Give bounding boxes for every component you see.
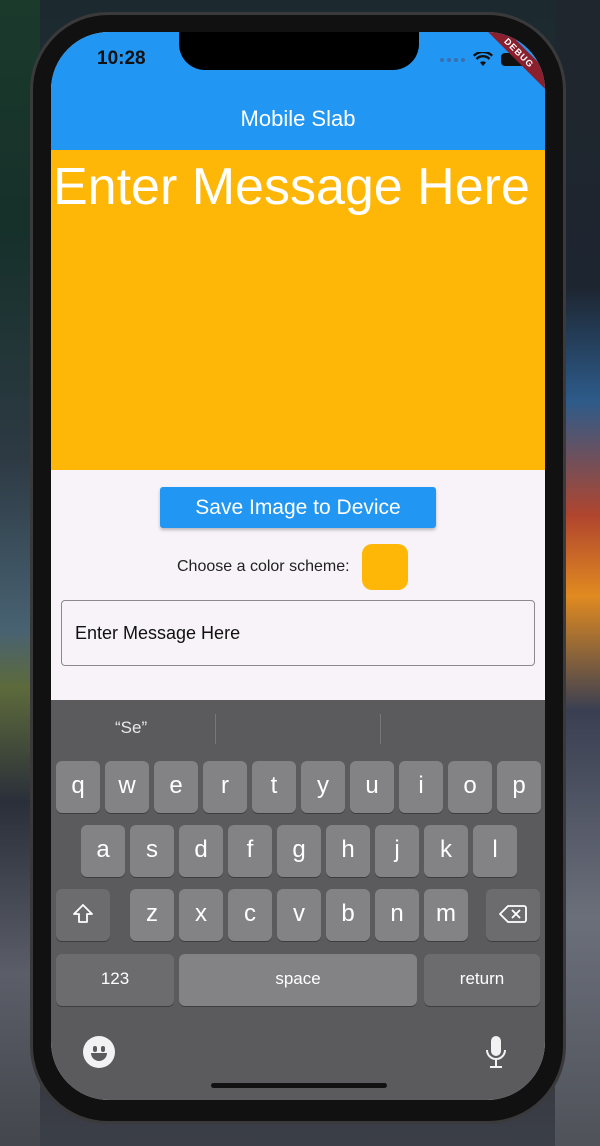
key-u[interactable]: u bbox=[350, 761, 394, 813]
key-i[interactable]: i bbox=[399, 761, 443, 813]
suggestion-1[interactable]: “Se” bbox=[115, 718, 147, 738]
return-key[interactable]: return bbox=[424, 954, 540, 1006]
key-d[interactable]: d bbox=[179, 825, 223, 877]
suggestion-divider bbox=[215, 714, 216, 744]
color-scheme-label: Choose a color scheme: bbox=[177, 558, 350, 575]
save-image-button[interactable]: Save Image to Device bbox=[160, 487, 436, 528]
key-f[interactable]: f bbox=[228, 825, 272, 877]
key-k[interactable]: k bbox=[424, 825, 468, 877]
notch bbox=[179, 32, 419, 70]
key-v[interactable]: v bbox=[277, 889, 321, 941]
message-input[interactable]: Enter Message Here bbox=[61, 600, 535, 666]
numbers-key[interactable]: 123 bbox=[56, 954, 174, 1006]
app-title: Mobile Slab bbox=[240, 106, 356, 131]
wifi-icon bbox=[473, 52, 493, 66]
key-s[interactable]: s bbox=[130, 825, 174, 877]
shift-key[interactable] bbox=[56, 889, 110, 941]
emoji-icon[interactable] bbox=[83, 1036, 115, 1068]
key-m[interactable]: m bbox=[424, 889, 468, 941]
shift-icon bbox=[73, 904, 93, 923]
cellular-signal-icon bbox=[440, 57, 465, 62]
app-bar: 10:28 DEBUG Mobile Slab bbox=[51, 32, 545, 150]
home-indicator[interactable] bbox=[211, 1083, 387, 1088]
key-a[interactable]: a bbox=[81, 825, 125, 877]
key-o[interactable]: o bbox=[448, 761, 492, 813]
key-z[interactable]: z bbox=[130, 889, 174, 941]
microphone-icon[interactable] bbox=[483, 1034, 509, 1072]
key-n[interactable]: n bbox=[375, 889, 419, 941]
key-t[interactable]: t bbox=[252, 761, 296, 813]
message-slab-preview: Enter Message Here bbox=[51, 150, 545, 470]
suggestion-bar: “Se” bbox=[51, 700, 545, 756]
color-scheme-swatch[interactable] bbox=[361, 544, 408, 590]
key-g[interactable]: g bbox=[277, 825, 321, 877]
key-x[interactable]: x bbox=[179, 889, 223, 941]
space-key[interactable]: space bbox=[179, 954, 417, 1006]
status-time: 10:28 bbox=[97, 48, 146, 69]
on-screen-keyboard: “Se” q w e r t y u i o p a s d f g h j k… bbox=[51, 700, 545, 1100]
key-p[interactable]: p bbox=[497, 761, 541, 813]
key-y[interactable]: y bbox=[301, 761, 345, 813]
backspace-key[interactable] bbox=[486, 889, 540, 941]
app-screen: 10:28 DEBUG Mobile Slab Enter Message He… bbox=[51, 32, 545, 1100]
color-scheme-row: Choose a color scheme: bbox=[177, 544, 408, 590]
backspace-icon bbox=[499, 905, 527, 923]
suggestion-divider bbox=[380, 714, 381, 744]
key-e[interactable]: e bbox=[154, 761, 198, 813]
key-q[interactable]: q bbox=[56, 761, 100, 813]
key-h[interactable]: h bbox=[326, 825, 370, 877]
key-w[interactable]: w bbox=[105, 761, 149, 813]
key-b[interactable]: b bbox=[326, 889, 370, 941]
key-c[interactable]: c bbox=[228, 889, 272, 941]
key-l[interactable]: l bbox=[473, 825, 517, 877]
key-j[interactable]: j bbox=[375, 825, 419, 877]
key-r[interactable]: r bbox=[203, 761, 247, 813]
